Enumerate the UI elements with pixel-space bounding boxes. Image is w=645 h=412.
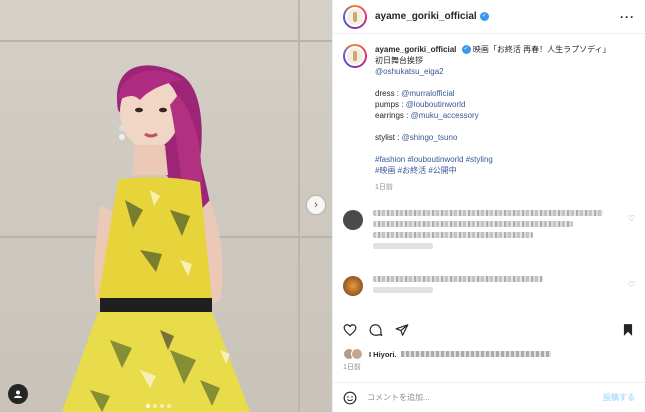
likes-text: I Hiyori. [369, 349, 397, 359]
caption: ayame_goriki_official ✓ 映画「お終活 再春！人生ラプソデ… [343, 44, 635, 193]
heart-icon[interactable] [343, 323, 357, 337]
heart-icon[interactable]: ♡ [628, 214, 635, 223]
comment-item: ♡ [343, 276, 635, 298]
comment-item: ♡ [343, 210, 635, 254]
caption-label: pumps : [375, 100, 406, 109]
caption-label: earrings : [375, 111, 411, 120]
mention-link[interactable]: @louboutinworld [406, 100, 466, 109]
mention-link[interactable]: @shingo_tsuno [402, 133, 458, 142]
comment-text-redacted [373, 210, 613, 254]
avatar[interactable] [343, 210, 363, 230]
heart-icon[interactable]: ♡ [628, 280, 635, 289]
action-bar [343, 320, 635, 340]
hashtags[interactable]: #fashion #louboutinworld #styling [375, 154, 635, 165]
avatar[interactable] [343, 276, 363, 296]
comment-icon[interactable] [369, 323, 383, 337]
post-header: ayame_goriki_official ✓ ··· [333, 0, 645, 34]
post-button[interactable]: 投稿する [603, 392, 635, 403]
caption-username[interactable]: ayame_goriki_official [375, 45, 456, 54]
avatar[interactable] [343, 4, 367, 29]
caption-label: stylist : [375, 133, 402, 142]
mention-link[interactable]: @muku_accessory [411, 111, 479, 120]
more-horizontal-icon[interactable]: ··· [620, 10, 635, 24]
user-tag-icon[interactable] [8, 384, 28, 404]
post-photo[interactable]: › [0, 0, 332, 412]
post-sidebar: ayame_goriki_official ✓ ··· ayame_goriki… [332, 0, 645, 412]
emoji-icon[interactable] [343, 391, 357, 405]
bookmark-icon[interactable] [621, 323, 635, 337]
mention-link[interactable]: @murralofficial [401, 89, 454, 98]
caption-line: 初日舞台挨拶 [375, 56, 423, 65]
verified-icon: ✓ [479, 12, 489, 21]
avatar[interactable] [343, 44, 367, 68]
carousel-dots [146, 404, 171, 408]
post-time: 1日前 [375, 184, 393, 191]
caption-label: dress : [375, 89, 402, 98]
person-illustration [62, 65, 250, 412]
mention-link[interactable]: @oshukatsu_eiga2 [375, 66, 635, 77]
likes-time: 1日前 [343, 364, 361, 371]
likes-text-redacted [400, 351, 551, 357]
hashtags[interactable]: #映画 #お終活 #公開中 [375, 165, 635, 176]
comment-text-redacted [373, 276, 613, 298]
username[interactable]: ayame_goriki_official [375, 11, 477, 22]
caption-line: 映画「お終活 再春！人生ラプソディ」 [472, 45, 611, 54]
add-comment-bar: 投稿する [333, 382, 645, 412]
next-arrow-icon[interactable]: › [307, 196, 325, 214]
share-icon[interactable] [395, 323, 409, 337]
verified-icon: ✓ [461, 45, 471, 55]
likes-row[interactable]: I Hiyori. [343, 348, 551, 360]
comment-input[interactable] [367, 393, 603, 402]
